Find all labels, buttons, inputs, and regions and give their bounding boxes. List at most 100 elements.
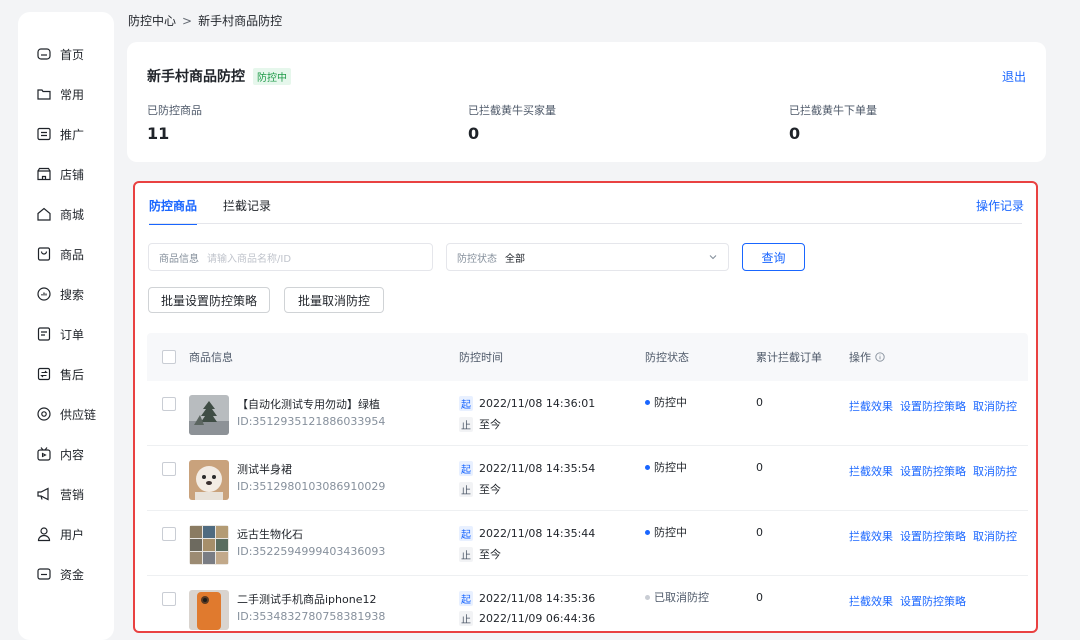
sidebar-item-label: 资金: [60, 567, 85, 582]
product-id: ID:3512935121886033954: [237, 415, 386, 428]
operation-record-link[interactable]: 操作记录: [976, 197, 1024, 214]
sidebar-item-search[interactable]: 搜索: [36, 282, 84, 306]
product-thumbnail: [189, 395, 229, 435]
sidebar-item-promotion[interactable]: 推广: [36, 122, 84, 146]
sidebar-item-home[interactable]: 首页: [36, 42, 84, 66]
tab-divider: [149, 223, 1022, 224]
time-start: 起 2022/11/08 14:35:36: [459, 591, 595, 606]
marketing-icon: [36, 486, 52, 502]
header-action-label: 操作: [849, 351, 871, 364]
time-start: 起 2022/11/08 14:36:01: [459, 396, 595, 411]
sidebar-item-label: 营销: [60, 487, 85, 502]
product-icon: [36, 246, 52, 262]
stat-blocked-orders: 已拦截黄牛下单量 0: [789, 102, 877, 143]
product-name[interactable]: 测试半身裙: [237, 461, 292, 477]
status-dot: [645, 529, 650, 535]
store-icon: [36, 166, 52, 182]
status-dot: [645, 594, 650, 600]
set-strategy-link[interactable]: 设置防控策略: [900, 398, 966, 414]
row-checkbox[interactable]: [162, 397, 176, 411]
status-text: 防控中: [654, 461, 687, 474]
product-thumbnail: [189, 460, 229, 500]
batch-set-strategy-button[interactable]: 批量设置防控策略: [148, 287, 270, 313]
breadcrumb: 防控中心 > 新手村商品防控: [128, 12, 282, 29]
product-search-input[interactable]: 商品信息 请输入商品名称/ID: [148, 243, 433, 271]
start-tag: 起: [459, 396, 473, 411]
end-time: 至今: [479, 483, 501, 496]
sidebar-item-user[interactable]: 用户: [36, 522, 84, 546]
sidebar-item-product[interactable]: 商品: [36, 242, 84, 266]
time-end: 止 2022/11/09 06:44:36: [459, 611, 595, 626]
sidebar-item-after-sales[interactable]: 售后: [36, 362, 84, 386]
breadcrumb-parent[interactable]: 防控中心: [128, 12, 176, 29]
intercept-count: 0: [756, 396, 763, 409]
start-time: 2022/11/08 14:35:44: [479, 527, 596, 540]
sidebar-item-supply-chain[interactable]: 供应链: [36, 402, 96, 426]
breadcrumb-separator: >: [182, 13, 193, 28]
sidebar-item-label: 首页: [60, 47, 85, 62]
select-all-checkbox[interactable]: [162, 350, 176, 364]
after-sales-icon: [36, 366, 52, 382]
product-name[interactable]: 远古生物化石: [237, 526, 303, 542]
cancel-protection-link[interactable]: 取消防控: [973, 463, 1017, 479]
intercept-effect-link[interactable]: 拦截效果: [849, 463, 893, 479]
sidebar-item-content[interactable]: 内容: [36, 442, 84, 466]
sidebar: 首页 常用 推广 店铺 商城 商品 搜索 订单 售后 供应链 内容 营销 用户 …: [18, 12, 114, 640]
row-actions: 拦截效果 设置防控策略 取消防控: [849, 528, 1017, 544]
intercept-effect-link[interactable]: 拦截效果: [849, 528, 893, 544]
sidebar-item-label: 内容: [60, 447, 85, 462]
intercept-effect-link[interactable]: 拦截效果: [849, 398, 893, 414]
sidebar-item-label: 商品: [60, 247, 85, 262]
status-text: 已取消防控: [654, 591, 709, 604]
product-thumbnail: [189, 525, 229, 565]
batch-cancel-button[interactable]: 批量取消防控: [284, 287, 384, 313]
breadcrumb-current: 新手村商品防控: [198, 14, 283, 28]
intercept-count: 0: [756, 461, 763, 474]
set-strategy-link[interactable]: 设置防控策略: [900, 463, 966, 479]
set-strategy-link[interactable]: 设置防控策略: [900, 593, 966, 609]
sidebar-item-mall[interactable]: 商城: [36, 202, 84, 226]
product-name[interactable]: 二手测试手机商品iphone12: [237, 591, 376, 607]
supply-chain-icon: [36, 406, 52, 422]
intercept-effect-link[interactable]: 拦截效果: [849, 593, 893, 609]
status-dot: [645, 464, 650, 470]
start-time: 2022/11/08 14:36:01: [479, 397, 596, 410]
sidebar-item-label: 供应链: [60, 407, 97, 422]
product-name[interactable]: 【自动化测试专用勿动】绿植: [237, 396, 380, 412]
query-button[interactable]: 查询: [742, 243, 805, 271]
header-count: 累计拦截订单: [756, 351, 822, 364]
row-checkbox[interactable]: [162, 592, 176, 606]
end-tag: 止: [459, 416, 473, 432]
row-actions: 拦截效果 设置防控策略 取消防控: [849, 398, 1017, 414]
end-tag: 止: [459, 611, 473, 626]
tab-interception-records[interactable]: 拦截记录: [223, 197, 271, 225]
sidebar-item-label: 常用: [60, 87, 85, 102]
status-select[interactable]: 防控状态 全部: [446, 243, 729, 271]
tab-protected-products[interactable]: 防控商品: [149, 197, 198, 225]
end-tag: 止: [459, 546, 473, 562]
content-icon: [36, 446, 52, 462]
intercept-count: 0: [756, 591, 763, 604]
start-tag: 起: [459, 461, 473, 476]
folder-icon: [36, 86, 52, 102]
stat-value: 0: [789, 124, 801, 143]
header-status: 防控状态: [645, 351, 689, 364]
sidebar-item-marketing[interactable]: 营销: [36, 482, 84, 506]
set-strategy-link[interactable]: 设置防控策略: [900, 528, 966, 544]
sidebar-item-store[interactable]: 店铺: [36, 162, 84, 186]
exit-link[interactable]: 退出: [1002, 68, 1026, 85]
cancel-protection-link[interactable]: 取消防控: [973, 398, 1017, 414]
sidebar-item-order[interactable]: 订单: [36, 322, 84, 346]
row-checkbox[interactable]: [162, 527, 176, 541]
row-checkbox[interactable]: [162, 462, 176, 476]
table-row: 远古生物化石 ID:3522594999403436093 起 2022/11/…: [147, 511, 1028, 576]
start-tag: 起: [459, 526, 473, 541]
sidebar-item-common[interactable]: 常用: [36, 82, 84, 106]
promotion-icon: [36, 126, 52, 142]
status-dot: [645, 399, 650, 405]
sidebar-item-wallet[interactable]: 资金: [36, 562, 84, 586]
cancel-protection-link[interactable]: 取消防控: [973, 528, 1017, 544]
start-time: 2022/11/08 14:35:54: [479, 462, 596, 475]
info-icon[interactable]: [875, 352, 885, 362]
user-icon: [36, 526, 52, 542]
